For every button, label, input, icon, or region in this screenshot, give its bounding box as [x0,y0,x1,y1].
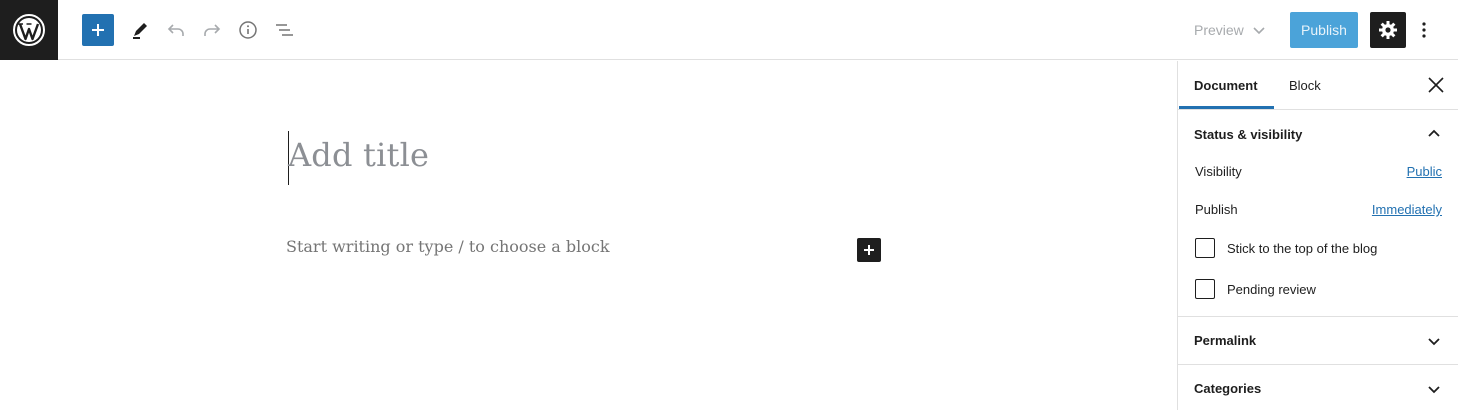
chevron-up-icon [1422,122,1446,146]
pencil-icon [133,23,147,39]
categories-panel: Categories [1178,365,1458,410]
wordpress-logo-button[interactable] [0,0,58,60]
sticky-option: Stick to the top of the blog [1195,238,1377,258]
plus-icon [92,24,104,36]
wordpress-icon [13,14,45,46]
details-button[interactable] [232,12,264,48]
sticky-checkbox[interactable] [1195,238,1215,258]
pending-review-option: Pending review [1195,279,1316,299]
pending-review-label[interactable]: Pending review [1227,282,1316,297]
editor-canvas: Add title Start writing or type / to cho… [0,61,1177,410]
redo-button[interactable] [196,12,228,48]
visibility-toggle-link[interactable]: Public [1407,164,1442,179]
block-inserter-button[interactable] [82,14,114,46]
sidebar-tabs: Document Block [1178,61,1458,110]
sticky-label[interactable]: Stick to the top of the blog [1227,241,1377,256]
publish-date-link[interactable]: Immediately [1372,202,1442,217]
outline-button[interactable] [268,12,300,48]
chevron-down-icon [1422,329,1446,353]
categories-heading: Categories [1194,380,1262,396]
publish-date-label: Publish [1195,202,1238,217]
visibility-label: Visibility [1195,164,1242,179]
visibility-row: Visibility Public [1195,164,1442,179]
settings-button[interactable] [1370,12,1406,48]
status-visibility-panel: Status & visibility Visibility Public Pu… [1178,110,1458,317]
plus-icon [864,245,874,255]
editor-header: Preview Publish [0,0,1458,60]
chevron-down-icon [1422,377,1446,401]
preview-label: Preview [1194,22,1244,38]
more-vertical-icon [1422,22,1426,38]
tab-block-label: Block [1289,77,1321,93]
publish-button[interactable]: Publish [1290,12,1358,48]
settings-sidebar: Document Block Status & visibility Visib… [1177,61,1458,410]
post-title-input[interactable]: Add title [288,136,429,174]
publish-label: Publish [1301,22,1347,38]
permalink-toggle[interactable]: Permalink [1178,317,1458,364]
tools-button[interactable] [124,12,156,48]
inline-block-inserter-button[interactable] [857,238,881,262]
status-visibility-toggle[interactable]: Status & visibility [1178,110,1458,158]
undo-button[interactable] [160,12,192,48]
tab-document-label: Document [1194,77,1258,93]
categories-toggle[interactable]: Categories [1178,365,1458,410]
chevron-down-icon [1253,27,1265,35]
permalink-heading: Permalink [1194,333,1257,348]
tab-document[interactable]: Document [1179,61,1274,109]
list-view-icon [276,24,293,36]
close-icon [1428,77,1444,93]
info-icon [239,21,257,39]
permalink-panel: Permalink [1178,317,1458,365]
gear-icon [1379,21,1397,39]
close-sidebar-button[interactable] [1424,73,1448,97]
redo-icon [204,24,221,36]
status-visibility-heading: Status & visibility [1194,126,1303,142]
undo-icon [167,24,184,36]
tab-block[interactable]: Block [1289,61,1321,109]
default-block-appender[interactable]: Start writing or type / to choose a bloc… [286,237,610,256]
pending-review-checkbox[interactable] [1195,279,1215,299]
more-menu-button[interactable] [1412,12,1436,48]
preview-dropdown[interactable]: Preview [1184,12,1276,48]
publish-date-row: Publish Immediately [1195,202,1442,217]
